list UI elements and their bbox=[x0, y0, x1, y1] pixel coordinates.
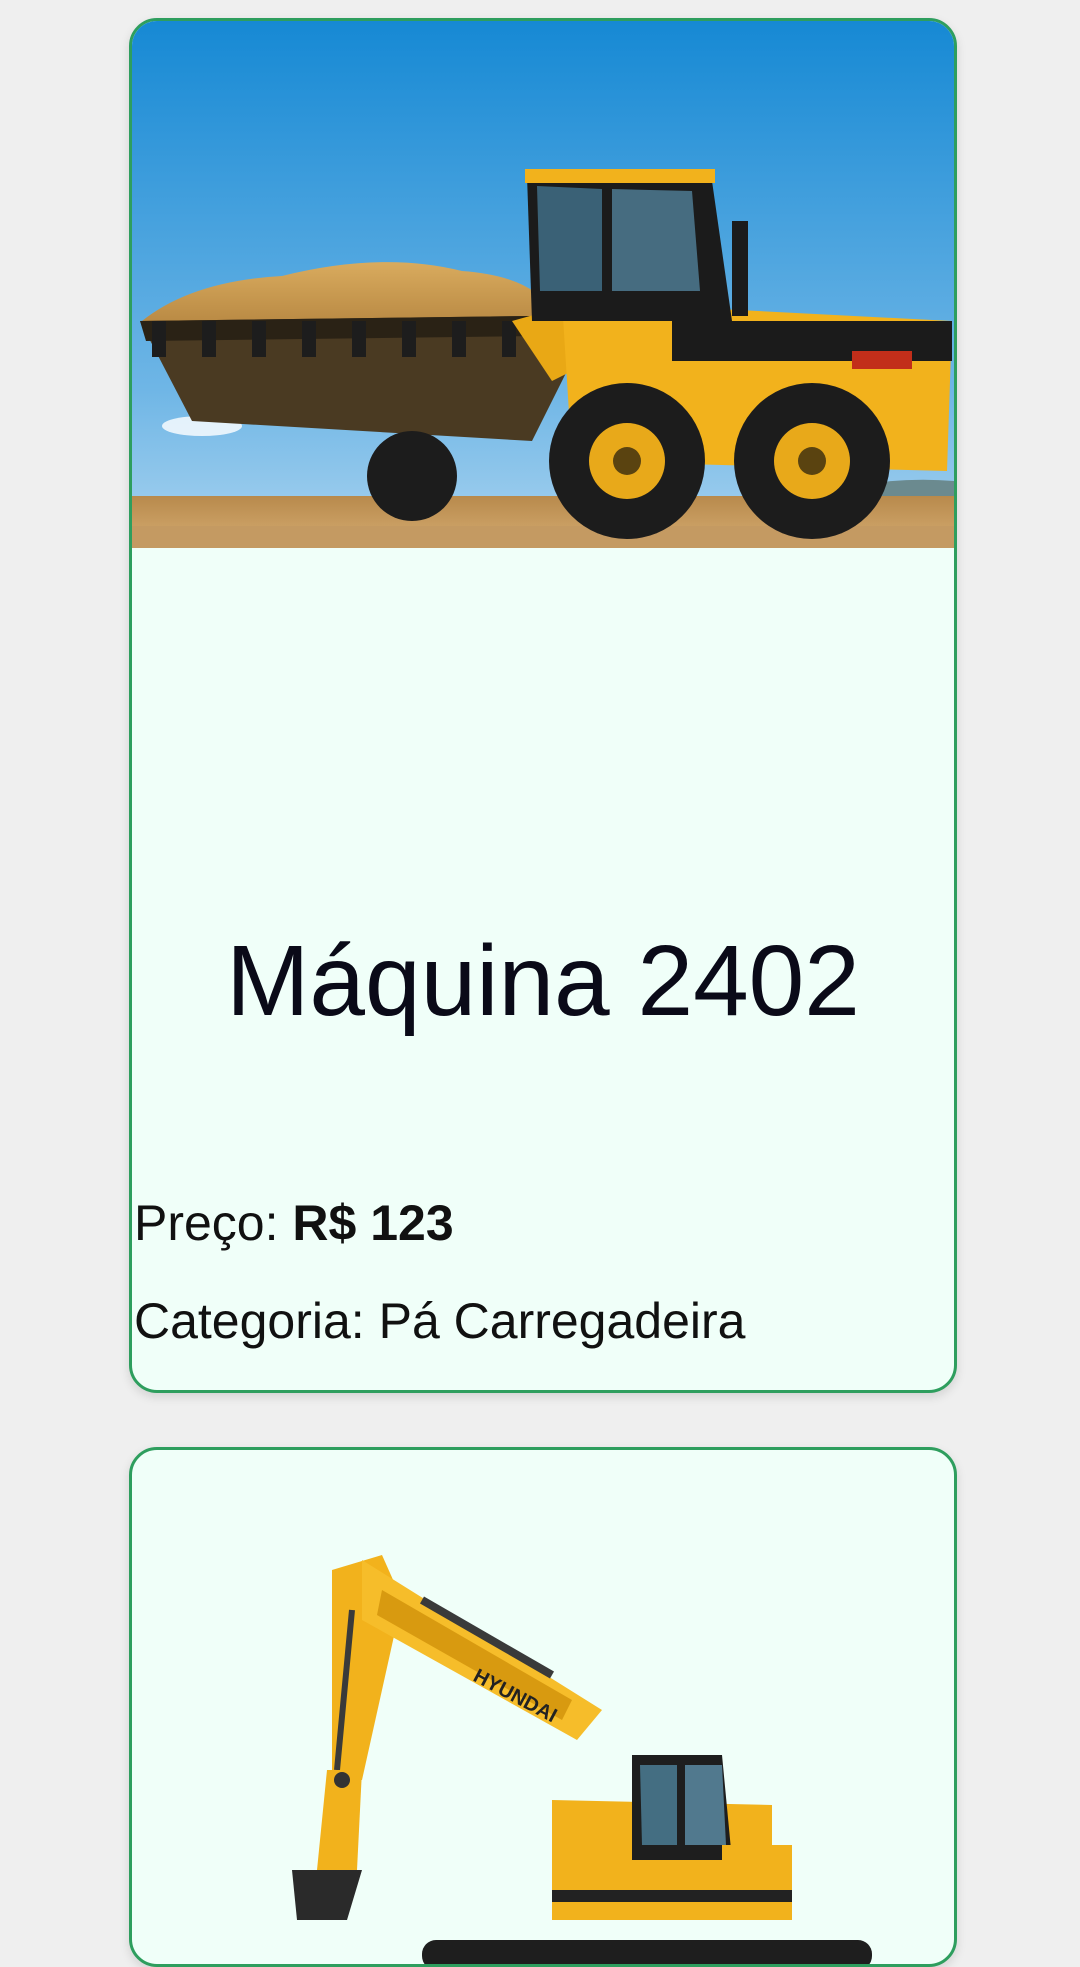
machine-price: Preço: R$ 123 bbox=[134, 1193, 454, 1253]
wheel-loader-image bbox=[132, 21, 954, 548]
machine-photo: HYUNDAI bbox=[132, 1450, 954, 1964]
machine-card[interactable]: Máquina 2402 Preço: R$ 123 Categoria: Pá… bbox=[129, 18, 957, 1393]
machine-photo bbox=[132, 21, 954, 548]
category-label: Categoria: bbox=[134, 1293, 365, 1349]
machine-card[interactable]: HYUNDAI bbox=[129, 1447, 957, 1967]
machine-title: Máquina 2402 bbox=[226, 925, 860, 1037]
price-value: R$ 123 bbox=[292, 1195, 454, 1251]
machine-category: Categoria: Pá Carregadeira bbox=[134, 1291, 745, 1351]
price-label: Preço: bbox=[134, 1195, 279, 1251]
category-value: Pá Carregadeira bbox=[378, 1293, 746, 1349]
excavator-image: HYUNDAI bbox=[292, 1555, 872, 1964]
